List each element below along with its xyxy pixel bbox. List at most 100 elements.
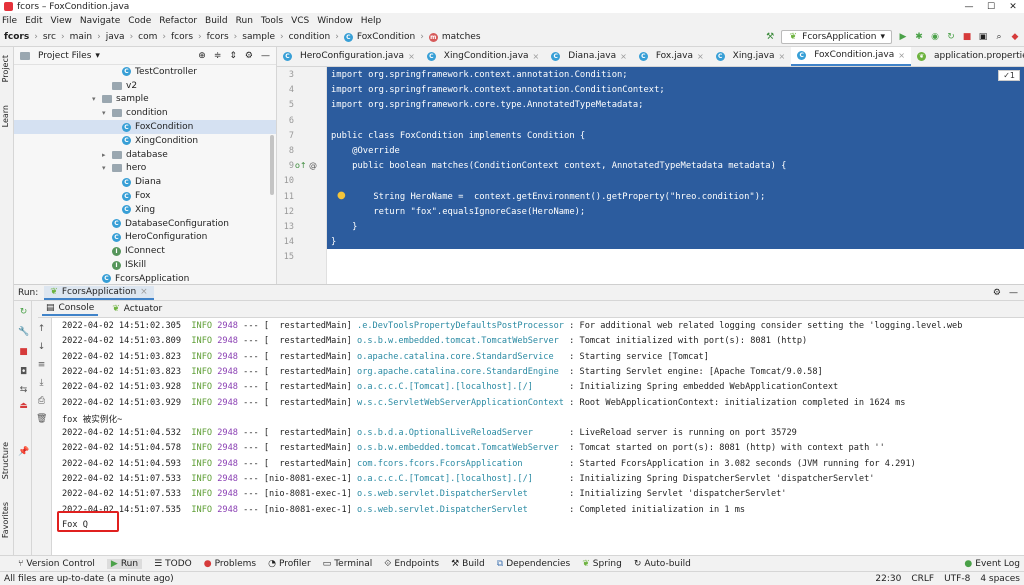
bottom-tool-profiler[interactable]: ◔ Profiler	[268, 559, 311, 569]
bottom-tool-todo[interactable]: ☰ TODO	[154, 559, 192, 569]
breadcrumb-item[interactable]: matches	[442, 32, 481, 42]
menu-vcs[interactable]: VCS	[291, 16, 309, 26]
editor-tab[interactable]: C Xing.java ×	[710, 47, 792, 66]
log-logger[interactable]: o.a.c.c.C.[Tomcat].[localhost].[/]	[357, 382, 564, 392]
event-log-button[interactable]: ● Event Log	[964, 559, 1024, 569]
tree-item[interactable]: ▸ database	[14, 148, 276, 162]
log-logger[interactable]: com.fcors.fcors.FcorsApplication	[357, 459, 564, 469]
camera-icon[interactable]: ◘	[18, 367, 29, 378]
log-logger[interactable]: w.s.c.ServletWebServerApplicationContext	[357, 398, 564, 408]
bottom-tool-version-control[interactable]: ⑂ Version Control	[18, 559, 95, 569]
tree-item[interactable]: I ISkill	[14, 258, 276, 272]
minimize-button[interactable]: —	[958, 2, 980, 12]
tree-item[interactable]: C FcorsApplication	[14, 272, 276, 284]
log-logger[interactable]: o.s.web.servlet.DispatcherServlet	[357, 505, 564, 515]
bottom-tool-problems[interactable]: ● Problems	[204, 559, 256, 569]
tree-item[interactable]: I IConnect	[14, 244, 276, 258]
editor-tab[interactable]: C HeroConfiguration.java ×	[277, 47, 421, 66]
close-icon[interactable]: ×	[697, 52, 704, 61]
log-logger[interactable]: org.apache.catalina.core.StandardEngine	[357, 367, 564, 377]
debug-icon[interactable]: ✱	[914, 32, 924, 42]
chevron-down-icon[interactable]: ▾	[102, 164, 112, 172]
editor-tab[interactable]: C Diana.java ×	[545, 47, 633, 66]
favorites-tool-tab[interactable]: Favorites	[1, 502, 10, 538]
breadcrumb-item[interactable]: java	[106, 32, 125, 42]
bottom-tool-run[interactable]: ▶ Run	[106, 558, 143, 569]
exit-icon[interactable]: ⏏	[18, 401, 29, 412]
rerun-icon[interactable]: ↻	[18, 307, 29, 318]
chevron-down-icon[interactable]: ▾	[102, 109, 112, 117]
breadcrumb-item[interactable]: main	[70, 32, 93, 42]
soft-wrap-icon[interactable]: ≡	[36, 360, 47, 371]
log-logger[interactable]: o.a.c.c.C.[Tomcat].[localhost].[/]	[357, 474, 564, 484]
log-logger[interactable]: o.s.b.w.embedded.tomcat.TomcatWebServer	[357, 336, 564, 346]
collapse-icon[interactable]: ≑	[214, 51, 222, 61]
coverage-icon[interactable]: ◉	[930, 32, 940, 42]
down-arrow-icon[interactable]: ↓	[36, 342, 47, 353]
menu-navigate[interactable]: Navigate	[80, 16, 120, 26]
structure-tool-tab[interactable]: Structure	[1, 442, 10, 479]
log-logger[interactable]: o.s.b.w.embedded.tomcat.TomcatWebServer	[357, 443, 564, 453]
caret-position[interactable]: 22:30	[875, 574, 901, 584]
stop-icon[interactable]: ■	[18, 347, 29, 358]
project-panel-title[interactable]: Project Files	[38, 51, 91, 61]
tree-item[interactable]: ▾ condition	[14, 106, 276, 120]
editor-tab[interactable]: C XingCondition.java ×	[421, 47, 545, 66]
tree-item[interactable]: C DatabaseConfiguration	[14, 217, 276, 231]
menu-code[interactable]: Code	[128, 16, 151, 26]
gear-icon[interactable]: ⚙	[245, 51, 253, 61]
menu-run[interactable]: Run	[236, 16, 253, 26]
editor-tab[interactable]: ❦ application.properties	[911, 47, 1024, 66]
log-logger[interactable]: .e.DevToolsPropertyDefaultsPostProcessor	[357, 321, 564, 331]
close-icon[interactable]: ×	[533, 52, 540, 61]
tree-item[interactable]: v2	[14, 79, 276, 93]
file-encoding[interactable]: UTF-8	[944, 574, 970, 584]
console-output[interactable]: 2022-04-02 14:51:02.305 INFO 2948 --- [ …	[52, 318, 1024, 555]
line-separator[interactable]: CRLF	[911, 574, 934, 584]
menu-tools[interactable]: Tools	[261, 16, 283, 26]
breadcrumb-item[interactable]: com	[138, 32, 157, 42]
breadcrumb-item[interactable]: condition	[289, 32, 331, 42]
bottom-tool-endpoints[interactable]: ⟐ Endpoints	[384, 559, 439, 569]
status-message[interactable]: All files are up-to-date (a minute ago)	[4, 574, 174, 584]
tab-console[interactable]: ▤ Console	[42, 302, 99, 316]
indent-setting[interactable]: 4 spaces	[980, 574, 1020, 584]
menu-build[interactable]: Build	[205, 16, 228, 26]
breadcrumb-item[interactable]: sample	[242, 32, 275, 42]
close-button[interactable]: ✕	[1002, 2, 1024, 12]
expand-icon[interactable]: ⇕	[229, 51, 237, 61]
stop-icon[interactable]: ■	[962, 32, 972, 42]
close-icon[interactable]: ×	[140, 287, 148, 297]
reload-icon[interactable]: ↻	[946, 32, 956, 42]
search-icon[interactable]: ⌕	[994, 32, 1004, 42]
bottom-tool-auto-build[interactable]: ↻ Auto-build	[634, 559, 691, 569]
close-icon[interactable]: ×	[408, 52, 415, 61]
project-tool-tab[interactable]: Project	[1, 55, 10, 82]
hide-icon[interactable]: —	[1009, 288, 1018, 298]
chevron-right-icon[interactable]: ▸	[102, 151, 112, 159]
code-editor[interactable]: ✓1 import org.springframework.context.an…	[327, 67, 1024, 284]
tree-item[interactable]: C Xing	[14, 203, 276, 217]
menu-help[interactable]: Help	[361, 16, 382, 26]
ide-logo-icon[interactable]: ◆	[1010, 32, 1020, 42]
hammer-icon[interactable]: ⚒	[765, 32, 775, 42]
breadcrumb-item[interactable]: fcors	[171, 32, 193, 42]
override-marker-icon[interactable]: @	[309, 161, 317, 170]
run-config-tab[interactable]: ❦ FcorsApplication ×	[44, 285, 154, 300]
run-icon[interactable]: ▶	[898, 32, 908, 42]
close-icon[interactable]: ×	[620, 52, 627, 61]
tab-actuator[interactable]: ❦ Actuator	[108, 303, 166, 315]
breadcrumb-item[interactable]: src	[43, 32, 56, 42]
gear-icon[interactable]: ⚙	[993, 288, 1001, 298]
bottom-tool-terminal[interactable]: ▭ Terminal	[323, 559, 373, 569]
tree-item[interactable]: C Fox	[14, 189, 276, 203]
locate-icon[interactable]: ⊕	[198, 51, 206, 61]
close-icon[interactable]: ×	[778, 52, 785, 61]
tree-item[interactable]: ▾ hero	[14, 162, 276, 176]
maximize-button[interactable]: ☐	[980, 2, 1002, 12]
chevron-down-icon[interactable]: ▾	[95, 51, 100, 61]
trash-icon[interactable]: 🗑	[36, 414, 47, 425]
menu-view[interactable]: View	[51, 16, 72, 26]
chevron-down-icon[interactable]: ▾	[92, 95, 102, 103]
tree-item[interactable]: C TestController	[14, 65, 276, 79]
